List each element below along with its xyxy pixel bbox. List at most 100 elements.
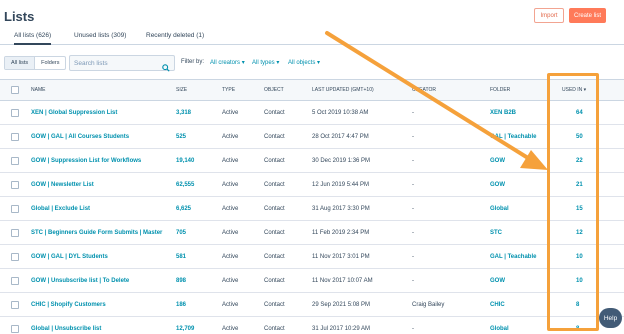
- tab-unused-lists[interactable]: Unused lists (309): [74, 32, 126, 45]
- search-icon[interactable]: [162, 59, 170, 77]
- list-size[interactable]: 525: [176, 124, 222, 149]
- list-used-in[interactable]: 64: [562, 100, 624, 125]
- list-name-link[interactable]: Global | Exclude List: [31, 196, 176, 221]
- list-object: Contact: [264, 244, 312, 269]
- view-toggle: All lists Folders: [4, 56, 67, 70]
- row-checkbox-cell: [0, 292, 31, 317]
- list-used-in[interactable]: 21: [562, 172, 624, 197]
- list-object: Contact: [264, 220, 312, 245]
- select-all-checkbox[interactable]: [11, 86, 19, 94]
- col-creator[interactable]: CREATOR: [412, 79, 490, 101]
- col-name[interactable]: NAME: [31, 79, 176, 101]
- list-size[interactable]: 12,709: [176, 316, 222, 334]
- list-size[interactable]: 705: [176, 220, 222, 245]
- list-type: Active: [222, 220, 264, 245]
- list-creator: -: [412, 124, 490, 149]
- row-checkbox-cell: [0, 148, 31, 173]
- list-object: Contact: [264, 148, 312, 173]
- list-name-link[interactable]: CHIC | Shopify Customers: [31, 292, 176, 317]
- row-checkbox[interactable]: [11, 204, 19, 213]
- list-folder-link[interactable]: Global: [490, 196, 562, 221]
- table-row[interactable]: GOW | GAL | DYL Students 581 Active Contact…: [0, 244, 624, 269]
- list-name-link[interactable]: XEN | Global Suppression List: [31, 100, 176, 125]
- list-folder-link[interactable]: XEN B2B: [490, 100, 562, 125]
- list-size[interactable]: 186: [176, 292, 222, 317]
- folders-toggle[interactable]: Folders: [35, 57, 65, 69]
- list-name-link[interactable]: GOW | Suppression List for Workflows: [31, 148, 176, 173]
- list-object: Contact: [264, 124, 312, 149]
- row-checkbox[interactable]: [11, 180, 19, 189]
- col-size[interactable]: SIZE: [176, 79, 222, 101]
- objects-filter[interactable]: All objects ▾: [288, 59, 320, 66]
- list-type: Active: [222, 268, 264, 293]
- col-last-updated[interactable]: LAST UPDATED (GMT+10): [312, 79, 412, 101]
- list-name-link[interactable]: GOW | GAL | DYL Students: [31, 244, 176, 269]
- list-creator: -: [412, 244, 490, 269]
- list-type: Active: [222, 100, 264, 125]
- list-used-in[interactable]: 10: [562, 268, 624, 293]
- row-checkbox-cell: [0, 244, 31, 269]
- col-used-in[interactable]: USED IN ▾: [562, 79, 624, 101]
- import-button[interactable]: Import: [534, 8, 564, 23]
- row-checkbox[interactable]: [11, 156, 19, 165]
- list-folder-link[interactable]: Global: [490, 316, 562, 334]
- row-checkbox[interactable]: [11, 108, 19, 117]
- list-folder-link[interactable]: STC: [490, 220, 562, 245]
- list-size[interactable]: 581: [176, 244, 222, 269]
- table-row[interactable]: XEN | Global Suppression List 3,318 Active…: [0, 100, 624, 125]
- row-checkbox[interactable]: [11, 228, 19, 237]
- row-checkbox[interactable]: [11, 300, 19, 309]
- list-creator: -: [412, 196, 490, 221]
- row-checkbox-cell: [0, 100, 31, 125]
- list-last-updated: 5 Oct 2019 10:38 AM: [312, 100, 412, 125]
- list-folder-link[interactable]: GOW: [490, 172, 562, 197]
- list-used-in[interactable]: 15: [562, 196, 624, 221]
- table-row[interactable]: Global | Unsubscribe list 12,709 Active Con…: [0, 316, 624, 334]
- table-row[interactable]: GOW | Suppression List for Workflows 19,1…: [0, 148, 624, 173]
- table-row[interactable]: STC | Beginners Guide Form Submits | Mas…: [0, 220, 624, 245]
- list-folder-link[interactable]: GOW: [490, 268, 562, 293]
- row-checkbox[interactable]: [11, 252, 19, 261]
- list-used-in[interactable]: 10: [562, 244, 624, 269]
- list-used-in[interactable]: 22: [562, 148, 624, 173]
- search-input[interactable]: [74, 58, 160, 68]
- list-size[interactable]: 6,625: [176, 196, 222, 221]
- types-filter[interactable]: All types ▾: [252, 59, 279, 66]
- list-folder-link[interactable]: GAL | Teachable: [490, 124, 562, 149]
- list-size[interactable]: 19,140: [176, 148, 222, 173]
- col-type[interactable]: TYPE: [222, 79, 264, 101]
- create-list-button[interactable]: Create list: [569, 8, 606, 23]
- list-folder-link[interactable]: GOW: [490, 148, 562, 173]
- row-checkbox-cell: [0, 316, 31, 334]
- col-object[interactable]: OBJECT: [264, 79, 312, 101]
- table-row[interactable]: GOW | Newsletter List 62,555 Active Contact…: [0, 172, 624, 197]
- table-row[interactable]: GOW | Unsubscribe list | To Delete 898 Act…: [0, 268, 624, 293]
- tab-recently-deleted[interactable]: Recently deleted (1): [146, 32, 204, 45]
- help-button[interactable]: Help: [599, 308, 622, 328]
- creators-filter[interactable]: All creators ▾: [210, 59, 245, 66]
- row-checkbox[interactable]: [11, 276, 19, 285]
- list-used-in[interactable]: 12: [562, 220, 624, 245]
- table-row[interactable]: GOW | GAL | All Courses Students 525 Activ…: [0, 124, 624, 149]
- row-checkbox[interactable]: [11, 132, 19, 141]
- list-name-link[interactable]: Global | Unsubscribe list: [31, 316, 176, 334]
- list-object: Contact: [264, 268, 312, 293]
- list-size[interactable]: 3,318: [176, 100, 222, 125]
- tab-all-lists[interactable]: All lists (626): [14, 32, 52, 45]
- list-name-link[interactable]: STC | Beginners Guide Form Submits | Mas…: [31, 220, 176, 245]
- table-row[interactable]: Global | Exclude List 6,625 Active Contact 3…: [0, 196, 624, 221]
- list-type: Active: [222, 148, 264, 173]
- col-folder[interactable]: FOLDER: [490, 79, 562, 101]
- row-checkbox[interactable]: [11, 324, 19, 333]
- list-object: Contact: [264, 316, 312, 334]
- list-name-link[interactable]: GOW | GAL | All Courses Students: [31, 124, 176, 149]
- list-used-in[interactable]: 50: [562, 124, 624, 149]
- list-name-link[interactable]: GOW | Newsletter List: [31, 172, 176, 197]
- table-row[interactable]: CHIC | Shopify Customers 186 Active Contact…: [0, 292, 624, 317]
- list-folder-link[interactable]: GAL | Teachable: [490, 244, 562, 269]
- all-lists-toggle[interactable]: All lists: [5, 57, 36, 69]
- list-name-link[interactable]: GOW | Unsubscribe list | To Delete: [31, 268, 176, 293]
- list-size[interactable]: 898: [176, 268, 222, 293]
- list-folder-link[interactable]: CHIC: [490, 292, 562, 317]
- list-size[interactable]: 62,555: [176, 172, 222, 197]
